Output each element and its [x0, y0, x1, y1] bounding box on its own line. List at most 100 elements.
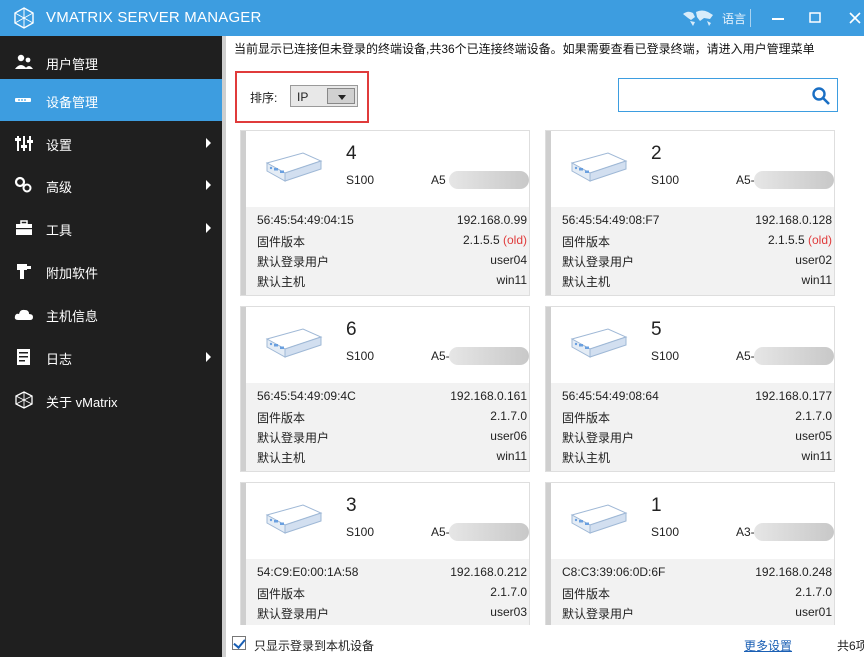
sidebar-item-addons[interactable]: 附加软件 [0, 250, 222, 292]
sidebar-item-advanced[interactable]: 高级 [0, 164, 222, 206]
search-icon[interactable] [811, 86, 831, 106]
default-host-row: 默认主机 win11 [257, 447, 529, 465]
default-user-value: user01 [795, 605, 832, 619]
sidebar-item-settings[interactable]: 设置 [0, 122, 222, 164]
chevron-down-icon[interactable] [327, 88, 355, 104]
default-user-row: 默认登录用户 user01 [562, 603, 834, 621]
sort-label: 排序: [250, 91, 278, 105]
firmware-value: 2.1.5.5 (old) [768, 233, 832, 247]
sidebar-item-label: 用户管理 [46, 57, 99, 72]
default-user-row: 默认登录用户 user03 [257, 603, 529, 621]
device-mac: 56:45:54:49:08:64 [562, 389, 659, 403]
world-map-icon[interactable] [680, 8, 716, 28]
sidebar-item-host-info[interactable]: 主机信息 [0, 293, 222, 335]
device-ip: 192.168.0.128 [755, 213, 832, 227]
sidebar-item-label: 日志 [46, 352, 73, 367]
device-model: S100 [651, 349, 680, 363]
device-serial: A5 [431, 173, 446, 187]
log-icon [17, 349, 30, 365]
firmware-label: 固件版本 [562, 411, 611, 425]
default-host-value: win11 [496, 449, 527, 463]
device-serial: A5- [431, 525, 450, 539]
default-host-value: win11 [801, 273, 832, 287]
show-local-only-label[interactable]: 只显示登录到本机设备 [254, 637, 374, 654]
gears-icon [14, 176, 32, 193]
maximize-icon[interactable] [805, 8, 825, 28]
default-user-value: user05 [795, 429, 832, 443]
sidebar-item-about[interactable]: 关于 vMatrix [0, 379, 222, 421]
mac-ip-row: 56:45:54:49:09:4C 192.168.0.161 [257, 387, 529, 405]
sidebar-item-devices[interactable]: 设备管理 [0, 79, 222, 121]
firmware-version: 2.1.7.0 [795, 585, 832, 599]
default-user-value: user04 [490, 253, 527, 267]
show-local-only-checkbox[interactable] [232, 636, 246, 650]
device-card[interactable]: 6 S100 A5- 56:45:54:49:09:4C 192.168.0.1… [240, 306, 530, 472]
sort-select[interactable]: IP [290, 85, 358, 107]
device-mac: 56:45:54:49:04:15 [257, 213, 354, 227]
device-model: S100 [346, 349, 375, 363]
device-ip: 192.168.0.177 [755, 389, 832, 403]
default-user-label: 默认登录用户 [257, 607, 330, 621]
sidebar-item-label: 设备管理 [46, 95, 99, 110]
default-host-row: 默认主机 win11 [562, 271, 834, 289]
device-card[interactable]: 5 S100 A5- 56:45:54:49:08:64 192.168.0.1… [545, 306, 835, 472]
default-host-row: 默认主机 win11 [562, 447, 834, 465]
firmware-label: 固件版本 [562, 235, 611, 249]
sort-select-value: IP [297, 90, 309, 104]
vmatrix-logo-icon [14, 7, 34, 29]
device-card[interactable]: 2 S100 A5- 56:45:54:49:08:F7 192.168.0.1… [545, 130, 835, 296]
default-user-row: 默认登录用户 user06 [257, 427, 529, 445]
default-host-value: win11 [801, 449, 832, 463]
default-user-label: 默认登录用户 [562, 431, 635, 445]
total-count: 共6项 [837, 639, 864, 653]
firmware-old-flag: (old) [502, 233, 527, 247]
firmware-row: 固件版本 2.1.7.0 [562, 407, 834, 425]
device-mac: 56:45:54:49:08:F7 [562, 213, 660, 227]
device-model: S100 [651, 173, 680, 187]
device-number: 4 [346, 143, 357, 164]
device-card-edge [546, 483, 551, 647]
device-model: S100 [346, 525, 375, 539]
info-text: 当前显示已连接但未登录的终端设备,共36个已连接终端设备。如果需要查看已登录终端… [234, 42, 815, 56]
firmware-row: 固件版本 2.1.5.5 (old) [562, 231, 834, 249]
redacted-serial [449, 171, 529, 189]
sidebar-item-users[interactable]: 用户管理 [0, 41, 222, 83]
vmatrix-logo-icon [15, 391, 33, 409]
sidebar-item-label: 设置 [46, 138, 73, 153]
chevron-right-icon [206, 138, 211, 148]
firmware-row: 固件版本 2.1.7.0 [562, 583, 834, 601]
sliders-icon [15, 136, 33, 151]
firmware-label: 固件版本 [257, 411, 306, 425]
device-card-edge [241, 483, 246, 647]
device-card[interactable]: 1 S100 A3- C8:C3:39:06:0D:6F 192.168.0.2… [545, 482, 835, 648]
more-settings-link[interactable]: 更多设置 [744, 637, 792, 654]
device-ip: 192.168.0.212 [450, 565, 527, 579]
device-icon [15, 98, 31, 102]
mac-ip-row: 54:C9:E0:00:1A:58 192.168.0.212 [257, 563, 529, 581]
firmware-version: 2.1.5.5 [767, 233, 805, 247]
firmware-version: 2.1.5.5 [462, 233, 500, 247]
close-icon[interactable] [845, 8, 864, 28]
language-button[interactable]: 语言 [722, 10, 746, 27]
device-serial: A5- [736, 349, 755, 363]
thin-client-device-icon [570, 504, 628, 534]
mac-ip-row: 56:45:54:49:08:64 192.168.0.177 [562, 387, 834, 405]
search-input[interactable] [618, 78, 838, 112]
firmware-version: 2.1.7.0 [795, 409, 832, 423]
device-mac: C8:C3:39:06:0D:6F [562, 565, 666, 579]
device-card[interactable]: 4 S100 A5 56:45:54:49:04:15 192.168.0.99… [240, 130, 530, 296]
sidebar-item-tools[interactable]: 工具 [0, 207, 222, 249]
default-user-row: 默认登录用户 user04 [257, 251, 529, 269]
minimize-icon[interactable] [768, 8, 788, 28]
mac-ip-row: 56:45:54:49:04:15 192.168.0.99 [257, 211, 529, 229]
device-ip: 192.168.0.248 [755, 565, 832, 579]
firmware-label: 固件版本 [257, 235, 306, 249]
sidebar-divider [222, 36, 226, 657]
device-mac: 54:C9:E0:00:1A:58 [257, 565, 359, 579]
sidebar-item-log[interactable]: 日志 [0, 336, 222, 378]
device-card[interactable]: 3 S100 A5- 54:C9:E0:00:1A:58 192.168.0.2… [240, 482, 530, 648]
device-card-edge [241, 131, 246, 295]
thin-client-device-icon [265, 152, 323, 182]
thin-client-device-icon [570, 152, 628, 182]
sidebar-item-label: 关于 vMatrix [46, 395, 118, 410]
